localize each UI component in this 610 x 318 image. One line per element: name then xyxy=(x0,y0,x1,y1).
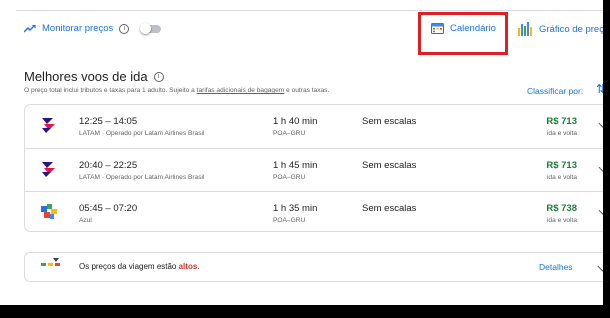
flight-duration: 1 h 45 min xyxy=(273,160,318,171)
flight-row[interactable]: 05:45 – 07:20 Azul 1 h 35 min POA–GRU Se… xyxy=(25,191,603,234)
details-link[interactable]: Detalhes xyxy=(539,262,573,272)
section-title: Melhores voos de ida i xyxy=(24,69,164,84)
flight-route: POA–GRU xyxy=(273,174,306,181)
flight-price: R$ 713 xyxy=(546,160,577,171)
flight-row[interactable]: 12:25 – 14:05 LATAM · Operado por Latam … xyxy=(25,105,603,147)
price-monitor[interactable]: Monitorar preços i xyxy=(24,22,162,34)
flight-stops: Sem escalas xyxy=(362,116,417,127)
baggage-fees-link[interactable]: tarifas adicionais de bagagem xyxy=(197,87,285,94)
flight-list: 12:25 – 14:05 LATAM · Operado por Latam … xyxy=(24,104,603,232)
highlight-box xyxy=(418,12,508,55)
price-type: ida e volta xyxy=(546,217,577,224)
flight-route: POA–GRU xyxy=(273,217,306,224)
price-graph-label: Gráfico de preços xyxy=(539,23,603,35)
latam-logo xyxy=(42,162,55,177)
info-icon[interactable]: i xyxy=(153,71,164,82)
flight-stops: Sem escalas xyxy=(362,160,417,171)
chevron-down-icon[interactable] xyxy=(598,118,603,129)
price-note: O preço total inclui tributos e taxas pa… xyxy=(24,87,329,94)
monitor-toggle[interactable] xyxy=(140,22,162,34)
flight-duration: 1 h 35 min xyxy=(273,203,318,214)
airline-name: LATAM · Operado por Latam Airlines Brasi… xyxy=(79,130,205,137)
trend-icon xyxy=(24,24,36,32)
flight-price: R$ 713 xyxy=(546,116,577,127)
sort-icon[interactable]: ⇅ xyxy=(596,82,603,96)
flight-route: POA–GRU xyxy=(273,130,306,137)
price-level-bar xyxy=(41,263,60,266)
price-graph-button[interactable]: Gráfico de preços xyxy=(517,22,603,36)
sort-by-button[interactable]: Classificar por: xyxy=(527,86,583,96)
section-title-text: Melhores voos de ida xyxy=(24,69,148,84)
flight-stops: Sem escalas xyxy=(362,203,417,214)
airline-name: LATAM · Operado por Latam Airlines Brasi… xyxy=(79,174,205,181)
flight-times: 20:40 – 22:25 xyxy=(79,160,138,171)
price-type: ida e volta xyxy=(546,130,577,137)
latam-logo xyxy=(42,118,55,133)
chevron-down-icon[interactable] xyxy=(597,261,603,272)
flight-price: R$ 738 xyxy=(546,203,577,214)
flight-results-page: Monitorar preços i Calendário Gráfico de… xyxy=(0,0,603,305)
flight-times: 12:25 – 14:05 xyxy=(79,116,138,127)
info-icon[interactable]: i xyxy=(119,23,130,34)
price-graph-icon xyxy=(518,22,532,36)
insight-prefix: Os preços da viagem estão xyxy=(79,262,179,271)
price-insight-text: Os preços da viagem estão altos. xyxy=(79,262,200,271)
azul-logo xyxy=(41,204,57,219)
flight-row[interactable]: 20:40 – 22:25 LATAM · Operado por Latam … xyxy=(25,148,603,191)
insight-suffix: . xyxy=(197,262,200,271)
monitor-label: Monitorar preços xyxy=(42,23,114,34)
chevron-down-icon[interactable] xyxy=(598,205,603,216)
price-type: ida e volta xyxy=(546,174,577,181)
price-level: altos xyxy=(178,262,198,271)
flight-duration: 1 h 40 min xyxy=(273,116,318,127)
price-note-prefix: O preço total inclui tributos e taxas pa… xyxy=(24,87,197,94)
price-note-suffix: e outras taxas. xyxy=(284,87,330,94)
divider xyxy=(16,10,603,11)
price-level-marker xyxy=(53,258,59,262)
toggle-knob xyxy=(140,22,152,34)
price-insight[interactable]: Os preços da viagem estão altos. Detalhe… xyxy=(24,252,603,282)
chevron-down-icon[interactable] xyxy=(598,162,603,173)
flight-times: 05:45 – 07:20 xyxy=(79,203,138,214)
airline-name: Azul xyxy=(79,217,92,224)
